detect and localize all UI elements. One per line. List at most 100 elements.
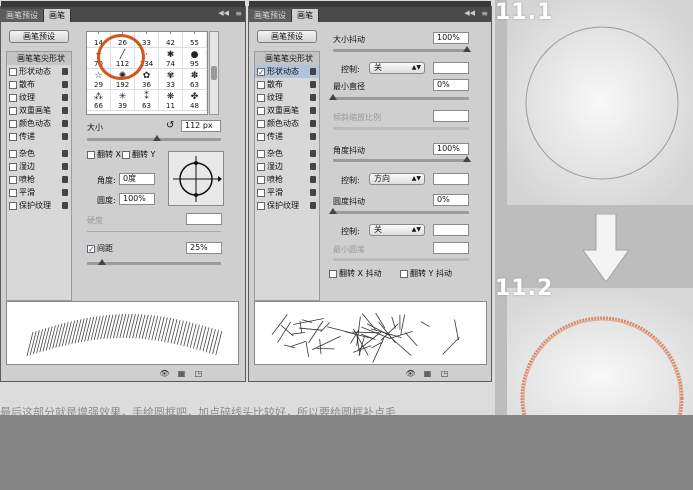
lock-icon[interactable] [62,163,68,170]
list-item-checkbox[interactable] [9,149,17,158]
roundness-field[interactable]: 100% [119,193,155,205]
tilt-scale-slider[interactable] [333,127,469,130]
lock-icon[interactable] [62,189,68,196]
angle-jitter-field[interactable]: 100% [433,143,469,155]
brush-tip-cell[interactable]: ⁂ 66 [87,91,111,111]
lock-icon[interactable] [62,94,68,101]
lock-icon[interactable] [310,163,316,170]
brush-tip-cell[interactable]: ✿ 36 [135,70,159,90]
control-select-roundness[interactable]: 关 ▲▼ [369,224,425,236]
size-jitter-slider[interactable] [333,49,469,52]
min-diameter-slider[interactable] [333,97,469,100]
list-item-checkbox[interactable] [257,119,265,128]
brush-tip-cell[interactable]: ❋ 11 [159,91,183,111]
list-item[interactable]: 形状动态 [7,65,71,78]
flip-x-jitter-option[interactable]: 翻转 X 抖动 [329,268,382,279]
lock-icon[interactable] [310,176,316,183]
roundness-jitter-slider[interactable] [333,211,469,214]
lock-icon[interactable] [310,81,316,88]
lock-icon[interactable] [62,202,68,209]
scrollbar-thumb[interactable] [211,66,217,80]
angle-jitter-slider[interactable] [333,159,469,162]
list-item[interactable]: 平滑 [255,186,319,199]
panel-menu-icon[interactable]: ≡ [481,9,488,18]
list-item-checkbox[interactable] [9,162,17,171]
flip-y-option[interactable]: 翻转 Y [122,149,155,160]
list-item-checkbox[interactable] [257,93,265,102]
list-item[interactable]: 杂色 [255,147,319,160]
flip-x-jitter-checkbox[interactable] [329,269,337,278]
angle-field[interactable]: 0度 [119,173,155,185]
lock-icon[interactable] [310,150,316,157]
spacing-field[interactable]: 25% [186,242,222,254]
grid-icon[interactable]: ▦ [422,369,433,379]
flip-y-checkbox[interactable] [122,150,130,159]
list-item-checkbox[interactable] [9,188,17,197]
list-item[interactable]: 形状动态 [255,65,319,78]
flip-y-jitter-checkbox[interactable] [400,269,408,278]
control-select-size[interactable]: 关 ▲▼ [369,62,425,74]
brush-tip-cell[interactable]: ● 95 [183,49,207,69]
list-item-checkbox[interactable] [257,106,265,115]
list-item[interactable]: 散布 [7,78,71,91]
collapse-icon[interactable]: ◀◀ [218,9,229,17]
panel-menu-icon[interactable]: ≡ [235,9,242,18]
angle-jitter-knob[interactable] [463,156,471,162]
list-item-checkbox[interactable] [9,106,17,115]
grid-scrollbar[interactable] [209,31,219,115]
brush-tip-cell[interactable]: ✤ 48 [183,91,207,111]
list-item[interactable]: 保护纹理 [7,199,71,212]
size-slider-knob[interactable] [153,135,161,141]
list-item[interactable]: 双重画笔 [7,104,71,117]
brush-tip-cell[interactable]: ⁑ 63 [135,91,159,111]
brush-tip-cell[interactable]: ✽ 63 [183,70,207,90]
lock-icon[interactable] [310,107,316,114]
list-item[interactable]: 保护纹理 [255,199,319,212]
list-item[interactable]: 喷枪 [255,173,319,186]
control-angle-field[interactable] [433,173,469,185]
control-select-angle[interactable]: 方向 ▲▼ [369,173,425,185]
control-roundness-field[interactable] [433,224,469,236]
list-item[interactable]: 平滑 [7,186,71,199]
collapse-icon[interactable]: ◀◀ [464,9,475,17]
list-item-checkbox[interactable] [9,67,17,76]
lock-icon[interactable] [310,133,316,140]
brush-tip-cell[interactable]: · 55 [183,32,207,48]
list-item-checkbox[interactable] [9,80,17,89]
new-preset-icon[interactable]: ◳ [439,369,450,379]
list-item[interactable]: 画笔笔尖形状 [255,52,319,65]
angle-crosshair-icon[interactable] [169,152,223,205]
list-item-checkbox[interactable] [257,201,265,210]
list-item[interactable]: 湿边 [7,160,71,173]
list-item-checkbox[interactable] [9,175,17,184]
flip-x-checkbox[interactable] [87,150,95,159]
list-item[interactable]: 双重画笔 [255,104,319,117]
list-item-checkbox[interactable] [9,93,17,102]
list-item-checkbox[interactable] [257,80,265,89]
roundness-jitter-field[interactable]: 0% [433,194,469,206]
min-diameter-knob[interactable] [329,94,337,100]
list-item[interactable]: 传递 [7,130,71,143]
tab-brush[interactable]: 画笔 [44,9,71,22]
spacing-option[interactable]: 间距 [87,243,113,254]
list-item-checkbox[interactable] [257,132,265,141]
list-item[interactable]: 散布 [255,78,319,91]
brush-tip-cell[interactable]: ✳ 39 [111,91,135,111]
list-item-checkbox[interactable] [257,67,265,76]
list-item-checkbox[interactable] [257,175,265,184]
list-item-checkbox[interactable] [257,188,265,197]
size-jitter-field[interactable]: 100% [433,32,469,44]
list-item[interactable]: 传递 [255,130,319,143]
size-field[interactable]: 112 px [181,120,221,132]
list-item[interactable]: 喷枪 [7,173,71,186]
min-roundness-field[interactable] [433,242,469,254]
spacing-checkbox[interactable] [87,244,95,253]
grid-icon[interactable]: ▦ [176,369,187,379]
lock-icon[interactable] [62,133,68,140]
tilt-scale-field[interactable] [433,110,469,122]
toggle-preview-icon[interactable]: 👁 [405,369,416,379]
lock-icon[interactable] [310,68,316,75]
new-preset-icon[interactable]: ◳ [193,369,204,379]
brush-presets-button[interactable]: 画笔预设 [9,30,69,43]
lock-icon[interactable] [310,189,316,196]
